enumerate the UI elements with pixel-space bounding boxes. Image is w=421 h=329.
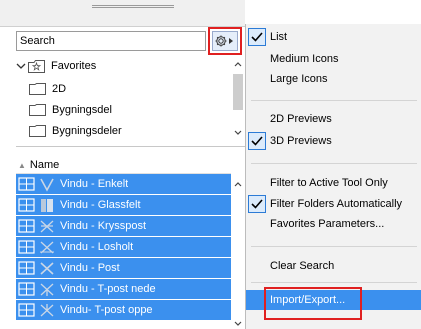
menu-separator [251, 100, 417, 101]
menu-item-2d-previews[interactable]: 2D Previews [246, 109, 421, 129]
folder-icon [29, 83, 46, 95]
window-object-icon [18, 261, 35, 275]
preview-thumbnail-icon [39, 282, 55, 297]
folder-label: 2D [52, 83, 67, 95]
window-object-icon [18, 219, 35, 233]
menu-item-large-icons[interactable]: Large Icons [246, 69, 421, 89]
favorites-folder-item[interactable]: 2D [16, 78, 230, 100]
menu-item-import-export[interactable]: Import/Export... [246, 290, 421, 310]
result-row[interactable]: Vindu - Post [16, 258, 231, 278]
menu-item-filter-active-tool[interactable]: Filter to Active Tool Only [246, 173, 421, 193]
panel-divider[interactable] [16, 146, 245, 147]
options-gear-button[interactable] [208, 27, 242, 55]
result-row[interactable]: Vindu - T-post nede [16, 279, 231, 299]
checkmark-icon [248, 195, 266, 213]
preview-thumbnail-icon [39, 261, 55, 276]
window-object-icon [18, 303, 35, 317]
favorites-label: Favorites [51, 60, 97, 72]
scrollbar-thumb[interactable] [233, 74, 243, 110]
favorites-folder-item[interactable]: Bygningsdel [16, 99, 230, 121]
result-label: Vindu - Losholt [60, 241, 134, 253]
sort-ascending-icon: ▲ [18, 160, 26, 170]
menu-separator [251, 163, 417, 164]
result-row[interactable]: Vindu - Glassfelt [16, 195, 231, 215]
scroll-up-icon[interactable] [234, 181, 242, 187]
search-input[interactable] [16, 31, 206, 51]
menu-item-label: Import/Export... [270, 294, 346, 306]
preview-thumbnail-icon [39, 177, 55, 192]
result-row[interactable]: Vindu - Losholt [16, 237, 231, 257]
menu-item-label: Favorites Parameters... [270, 218, 385, 230]
menu-item-clear-search[interactable]: Clear Search [246, 256, 421, 276]
preview-thumbnail-icon [39, 198, 55, 213]
drag-handle[interactable] [92, 5, 174, 8]
chevron-down-icon[interactable] [16, 62, 28, 70]
favorites-folder-header[interactable]: Favorites [16, 55, 230, 77]
result-label: Vindu - Post [60, 262, 120, 274]
scroll-down-icon[interactable] [234, 321, 242, 327]
scroll-down-icon[interactable] [234, 130, 242, 136]
menu-item-label: Medium Icons [270, 53, 339, 65]
menu-item-label: 2D Previews [270, 113, 332, 125]
favorites-scrollbar[interactable] [231, 58, 245, 142]
folder-label: Bygningsdeler [52, 125, 122, 137]
preview-thumbnail-icon [39, 303, 55, 318]
folder-icon [29, 125, 46, 137]
result-label: Vindu - T-post nede [60, 283, 156, 295]
menu-item-label: Clear Search [270, 260, 335, 272]
window-object-icon [18, 240, 35, 254]
result-row[interactable]: Vindu- T-post oppe [16, 300, 231, 320]
menu-item-label: Filter Folders Automatically [270, 198, 403, 210]
window-object-icon [18, 198, 35, 212]
result-label: Vindu - Krysspost [60, 220, 147, 232]
menu-item-medium-icons[interactable]: Medium Icons [246, 49, 421, 69]
star-icon [28, 59, 45, 73]
menu-item-list[interactable]: List [246, 27, 421, 47]
checkmark-icon [248, 28, 266, 46]
preview-thumbnail-icon [39, 219, 55, 234]
result-label: Vindu - Glassfelt [60, 199, 141, 211]
result-row[interactable]: Vindu - Enkelt [16, 174, 231, 194]
menu-item-label: 3D Previews [270, 135, 332, 147]
result-label: Vindu- T-post oppe [60, 304, 153, 316]
folder-icon [29, 104, 46, 116]
menu-item-3d-previews[interactable]: 3D Previews [246, 131, 421, 151]
folder-label: Bygningsdel [52, 104, 112, 116]
scroll-up-icon[interactable] [234, 61, 242, 67]
menu-item-label: Filter to Active Tool Only [270, 177, 388, 189]
menu-item-filter-folders[interactable]: Filter Folders Automatically [246, 194, 421, 214]
menu-separator [251, 282, 417, 283]
window-object-icon [18, 177, 35, 191]
menu-item-label: List [270, 31, 288, 43]
menu-separator [251, 246, 417, 247]
result-label: Vindu - Enkelt [60, 178, 129, 190]
column-header-label: Name [29, 159, 60, 171]
name-column-header[interactable]: ▲ Name [16, 157, 231, 174]
favorites-panel: Favorites 2D Bygningsdel Bygningsdeler ▲… [0, 0, 245, 329]
window-object-icon [18, 282, 35, 296]
result-row[interactable]: Vindu - Krysspost [16, 216, 231, 236]
options-context-menu: List Medium Icons Large Icons 2D Previews 3D… [245, 24, 421, 329]
menu-item-label: Large Icons [270, 73, 328, 85]
checkmark-icon [248, 132, 266, 150]
favorites-folder-item[interactable]: Bygningsdeler [16, 120, 230, 142]
menu-item-favorites-parameters[interactable]: Favorites Parameters... [246, 214, 421, 234]
gear-icon [212, 31, 238, 51]
preview-thumbnail-icon [39, 240, 55, 255]
panel-top-strip [0, 0, 245, 27]
results-scrollbar[interactable] [231, 175, 245, 329]
